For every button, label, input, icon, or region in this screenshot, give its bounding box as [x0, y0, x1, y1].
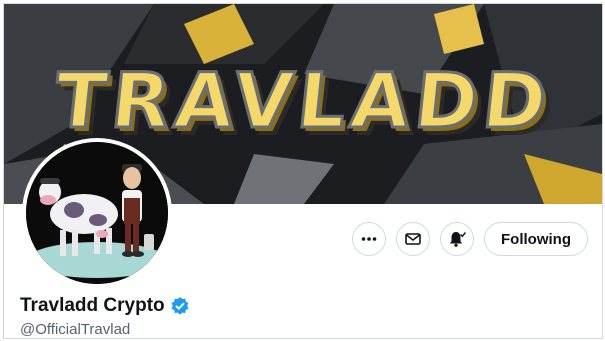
banner-logo-text: TRAVLADD [49, 55, 558, 147]
profile-handle: @OfficialTravlad [20, 321, 131, 338]
avatar-image [26, 142, 168, 284]
display-name: Travladd Crypto [20, 295, 165, 316]
notifications-button[interactable] [440, 222, 475, 256]
profile-actions: Following [352, 222, 588, 256]
more-horizontal-icon [361, 237, 377, 241]
envelope-icon [405, 233, 421, 245]
avatar[interactable] [22, 138, 172, 288]
name-row: Travladd Crypto [20, 295, 190, 317]
profile-card: TRAVLADD Following Travladd Crypto @Offi… [3, 3, 603, 339]
following-button[interactable]: Following [484, 222, 588, 256]
verified-badge-icon [171, 297, 189, 315]
more-button[interactable] [352, 222, 387, 256]
avatar-illustration [26, 142, 168, 284]
bell-check-icon [450, 232, 467, 247]
message-button[interactable] [396, 222, 431, 256]
